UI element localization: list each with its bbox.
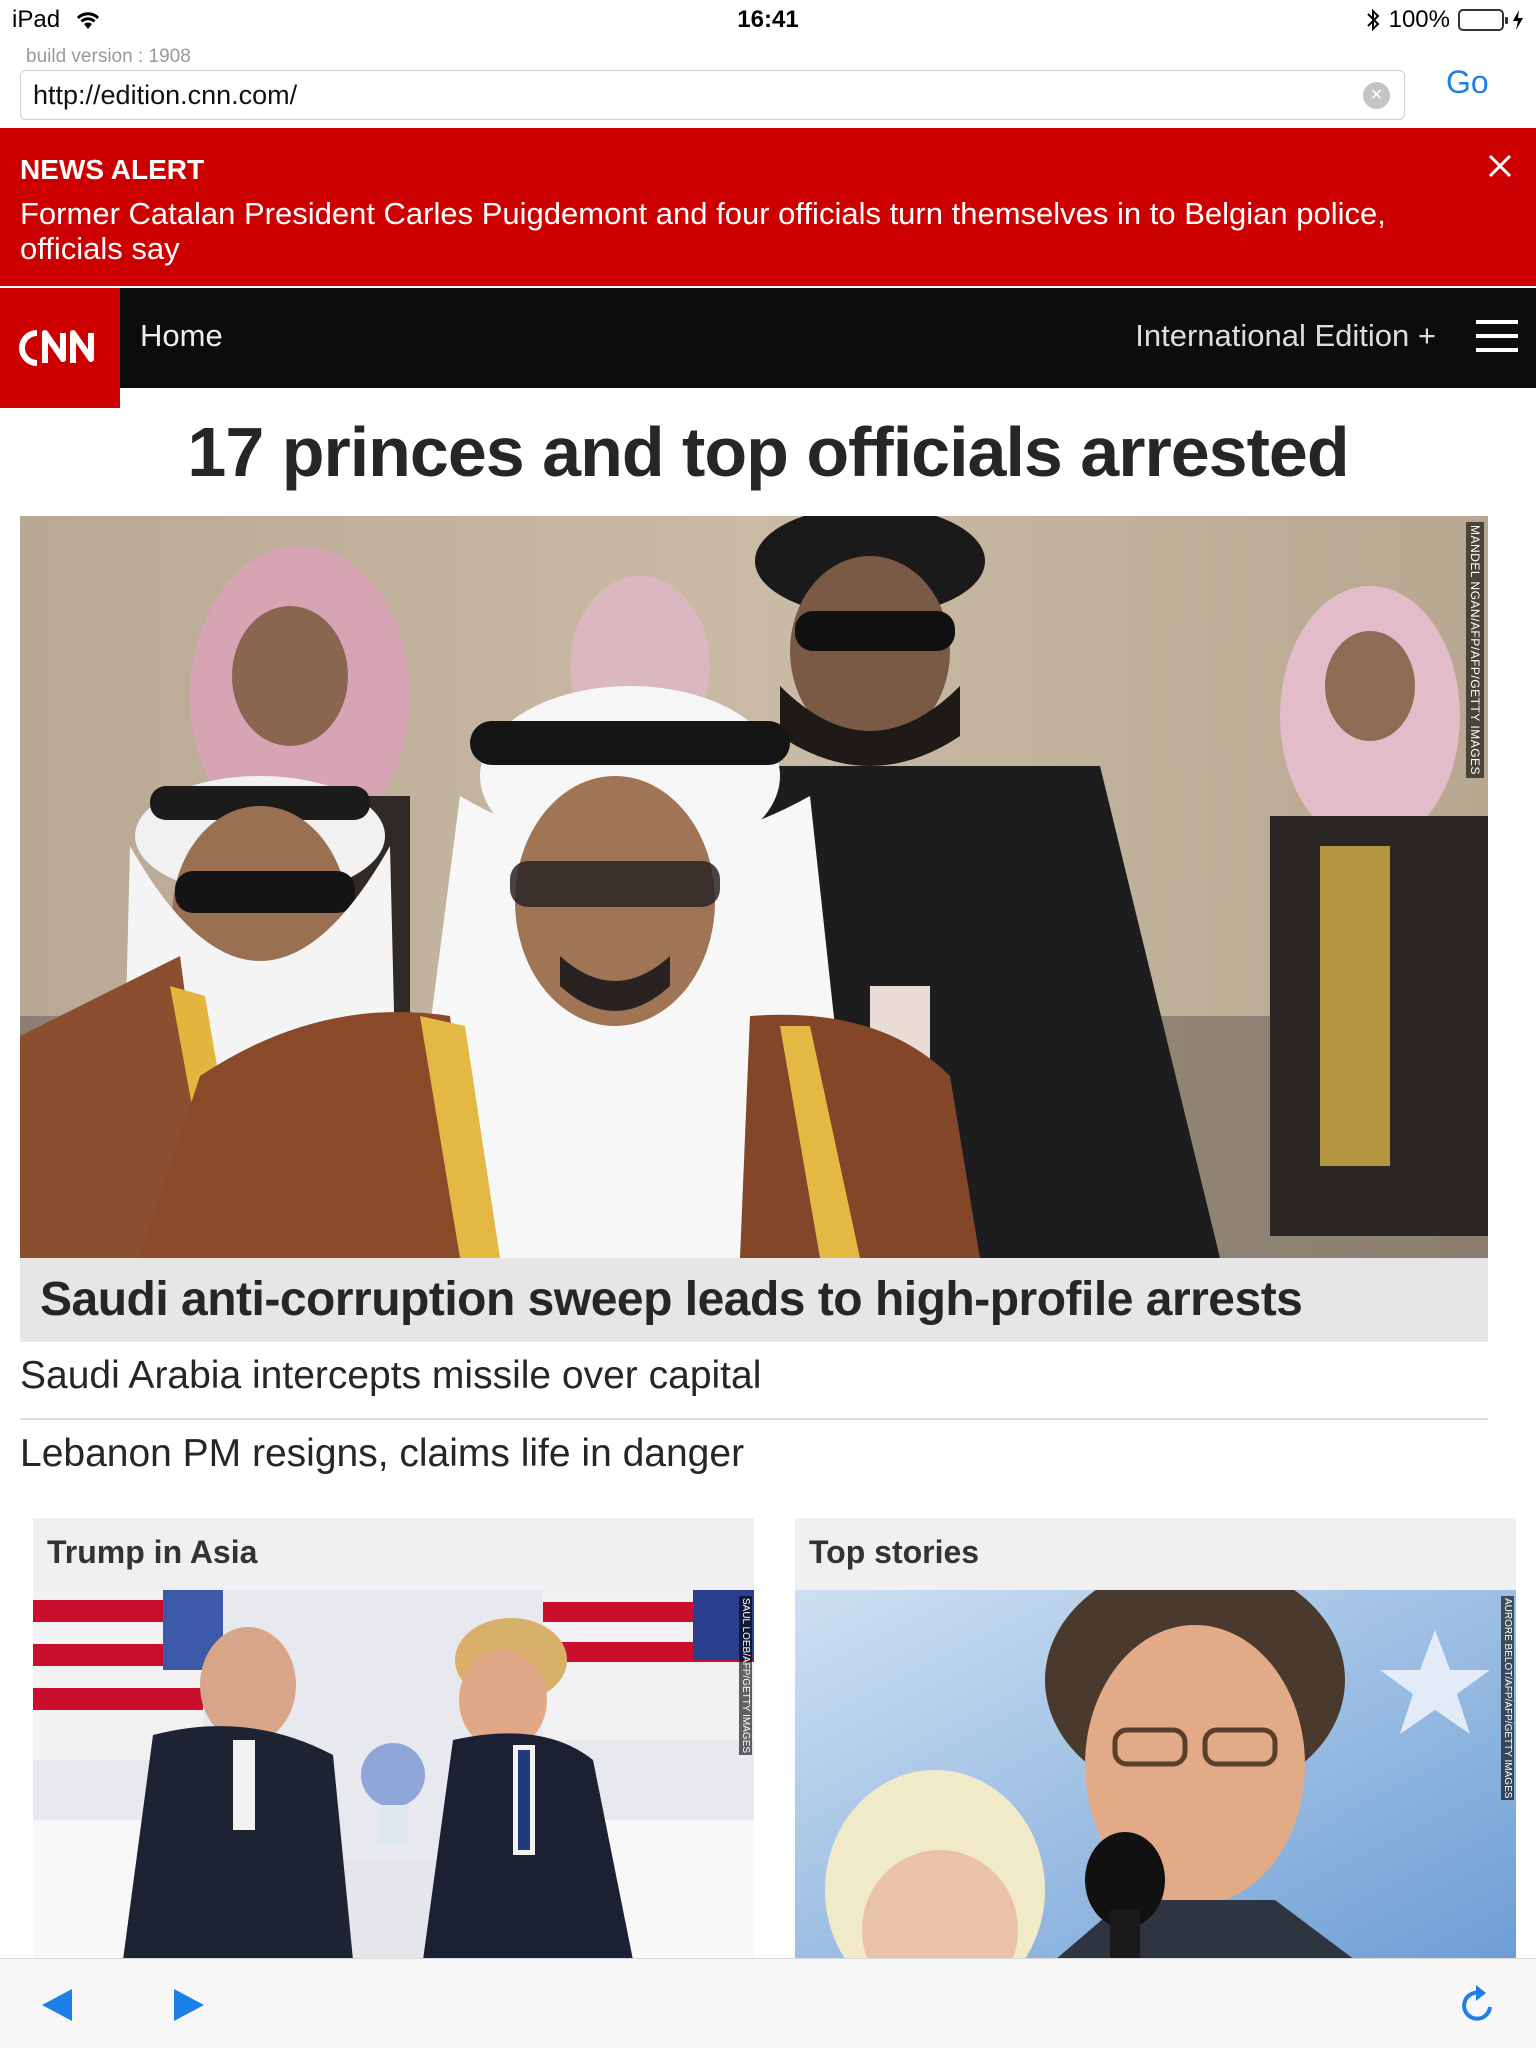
story-link[interactable]: Saudi Arabia intercepts missile over cap… [20, 1354, 761, 1398]
hero-photo-credit: MANDEL NGAN/AFP/AFP/GETTY IMAGES [1466, 522, 1484, 779]
url-input[interactable] [33, 71, 1333, 119]
go-button[interactable]: Go [1446, 64, 1489, 101]
battery-icon [1458, 9, 1508, 31]
hero-story[interactable]: MANDEL NGAN/AFP/AFP/GETTY IMAGES Saudi a… [20, 516, 1488, 1342]
cnn-logo[interactable] [0, 288, 120, 408]
hamburger-menu-icon[interactable] [1476, 320, 1518, 352]
status-bar: iPad 16:41 100% [0, 0, 1536, 40]
back-icon[interactable] [40, 1987, 74, 2023]
card-photo-credit: SAUL LOEB/AFP/GETTY IMAGES [739, 1596, 752, 1756]
nav-home[interactable]: Home [140, 318, 223, 354]
battery-percent: 100% [1388, 6, 1450, 33]
hero-caption[interactable]: Saudi anti-corruption sweep leads to hig… [40, 1272, 1303, 1327]
close-icon[interactable] [1480, 146, 1520, 186]
card-photo-image[interactable] [33, 1590, 754, 1960]
reload-icon[interactable] [1458, 1981, 1498, 2025]
card-trump-in-asia[interactable]: Trump in Asia SAUL LOEB/AFP/GETTY IMAGES [33, 1518, 754, 1960]
card-title[interactable]: Top stories [809, 1534, 979, 1571]
story-link[interactable]: Lebanon PM resigns, claims life in dange… [20, 1432, 744, 1476]
clear-url-icon[interactable]: × [1363, 82, 1390, 109]
site-nav: Home International Edition + [0, 288, 1536, 408]
forward-icon[interactable] [172, 1987, 206, 2023]
hero-photo[interactable] [20, 516, 1488, 1258]
build-version: build version : 1908 [26, 46, 191, 67]
card-photo-credit: AURORE BELOT/AFP/AFP/GETTY IMAGES [1501, 1596, 1514, 1801]
card-photo-image[interactable] [795, 1590, 1516, 1960]
bluetooth-icon [1366, 8, 1380, 32]
browser-toolbar [0, 1958, 1536, 2048]
cnn-logo-mark [19, 330, 94, 366]
hero-caption-bar[interactable]: Saudi anti-corruption sweep leads to hig… [20, 1258, 1488, 1342]
news-alert-headline[interactable]: Former Catalan President Carles Puigdemo… [20, 196, 1460, 266]
card-title[interactable]: Trump in Asia [47, 1534, 257, 1571]
card-photo[interactable]: SAUL LOEB/AFP/GETTY IMAGES [33, 1590, 754, 1960]
edition-selector[interactable]: International Edition + [1135, 318, 1436, 354]
divider [20, 1418, 1488, 1420]
news-alert-banner[interactable]: NEWS ALERT Former Catalan President Carl… [0, 128, 1536, 286]
page-headline[interactable]: 17 princes and top officials arrested [0, 412, 1536, 492]
status-time: 16:41 [737, 6, 799, 33]
charging-icon [1513, 10, 1523, 30]
card-top-stories[interactable]: Top stories AURORE BELOT/AFP/AFP/GETTY I… [795, 1518, 1516, 1960]
news-alert-label: NEWS ALERT [20, 154, 205, 185]
url-field[interactable]: × [20, 70, 1405, 120]
card-photo[interactable]: AURORE BELOT/AFP/AFP/GETTY IMAGES [795, 1590, 1516, 1960]
